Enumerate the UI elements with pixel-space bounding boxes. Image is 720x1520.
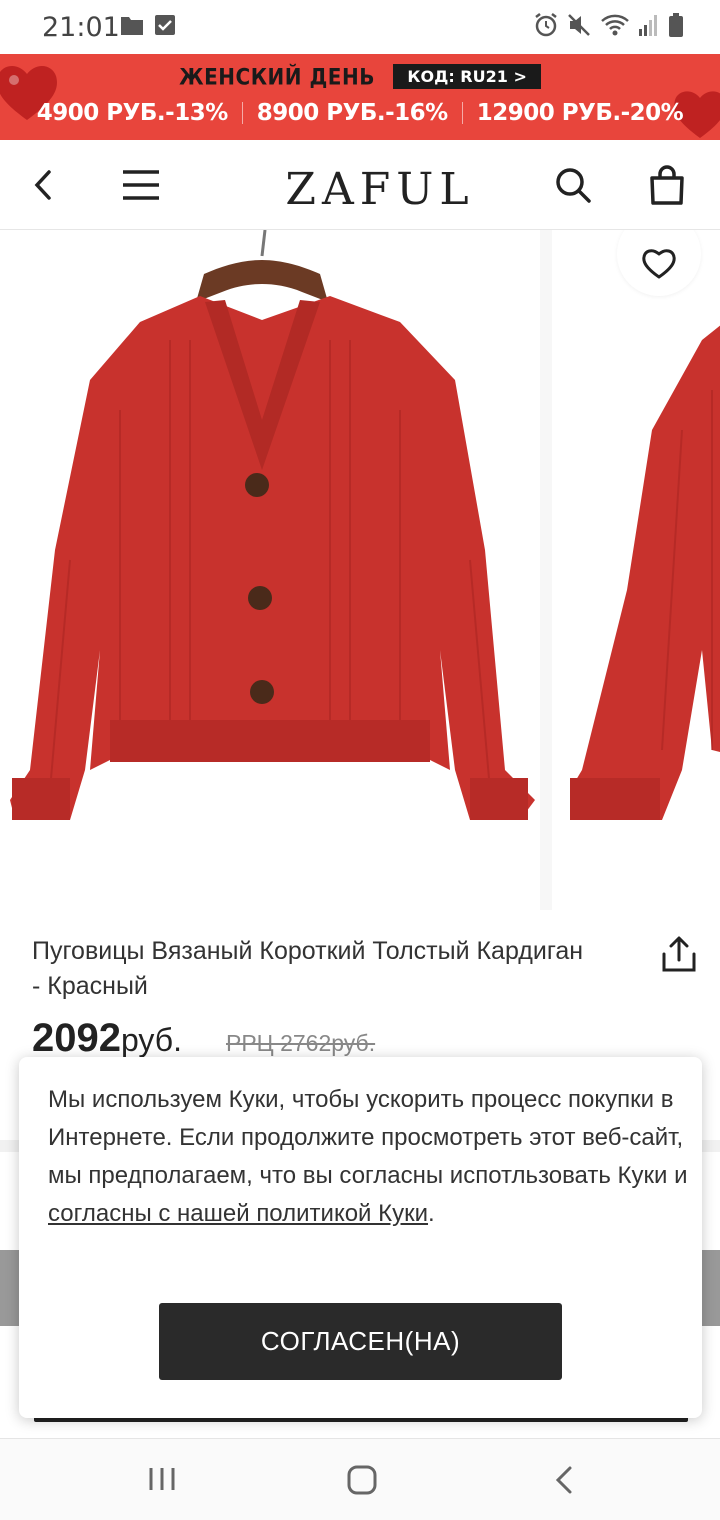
- product-image-gallery[interactable]: [0, 230, 720, 910]
- cardigan-image-partial: [570, 325, 720, 820]
- promo-banner[interactable]: ЖЕНСКИЙ ДЕНЬ КОД: RU21 > 4900 РУБ.-13% 8…: [0, 54, 720, 140]
- share-icon: [662, 936, 696, 972]
- status-time: 21:01: [42, 12, 120, 43]
- cardigan-image: [10, 230, 535, 820]
- promo-code-button[interactable]: КОД: RU21 >: [393, 64, 541, 89]
- battery-icon: [668, 12, 684, 43]
- bag-icon: [650, 165, 684, 205]
- share-button[interactable]: [660, 936, 698, 979]
- checkbox-icon: [154, 14, 176, 41]
- status-icons: [534, 12, 684, 43]
- back-nav-icon[interactable]: [554, 1465, 574, 1500]
- promo-divider: [461, 102, 463, 124]
- folder-icon: [120, 14, 144, 41]
- price-value: 2092: [32, 1016, 121, 1060]
- cookie-text-end: .: [428, 1200, 435, 1227]
- product-image[interactable]: [0, 230, 540, 910]
- search-button[interactable]: [550, 162, 596, 208]
- agree-button[interactable]: СОГЛАСЕН(НА): [159, 1303, 562, 1380]
- alarm-icon: [534, 12, 558, 43]
- background-button: [700, 1250, 720, 1326]
- cookie-text: Мы используем Куки, чтобы ускорить проце…: [48, 1086, 688, 1189]
- original-price: РРЦ 2762руб.: [226, 1030, 376, 1056]
- promo-tier: 8900 РУБ.-16%: [256, 100, 448, 126]
- promo-title: ЖЕНСКИЙ ДЕНЬ: [179, 63, 375, 90]
- cookie-policy-link[interactable]: согласны с нашей политикой Куки: [48, 1200, 428, 1227]
- zaful-logo[interactable]: ZAFUL: [0, 164, 720, 215]
- promo-tier: 4900 РУБ.-13%: [36, 100, 228, 126]
- signal-icon: [638, 13, 660, 42]
- home-icon[interactable]: [347, 1465, 377, 1500]
- app-header: ZAFUL: [0, 140, 720, 230]
- heart-icon: [642, 249, 676, 279]
- product-price: 2092руб.: [32, 1016, 182, 1061]
- product-image-next[interactable]: [552, 230, 720, 910]
- cookie-consent-popup: Мы используем Куки, чтобы ускорить проце…: [19, 1057, 702, 1418]
- promo-tiers: 4900 РУБ.-13% 8900 РУБ.-16% 12900 РУБ.-2…: [0, 100, 720, 126]
- status-bar: 21:01: [0, 0, 720, 54]
- search-icon: [556, 168, 591, 203]
- cookie-message: Мы используем Куки, чтобы ускорить проце…: [48, 1081, 688, 1233]
- price-currency: руб.: [120, 1022, 182, 1058]
- promo-divider: [241, 102, 243, 124]
- recents-icon[interactable]: [148, 1465, 176, 1498]
- system-nav-bar: [0, 1438, 720, 1520]
- promo-tier: 12900 РУБ.-20%: [476, 100, 684, 126]
- mute-icon: [566, 12, 592, 43]
- bag-button[interactable]: [644, 162, 690, 208]
- wifi-icon: [600, 12, 630, 43]
- product-title: Пуговицы Вязаный Короткий Толстый Кардиг…: [32, 937, 584, 1000]
